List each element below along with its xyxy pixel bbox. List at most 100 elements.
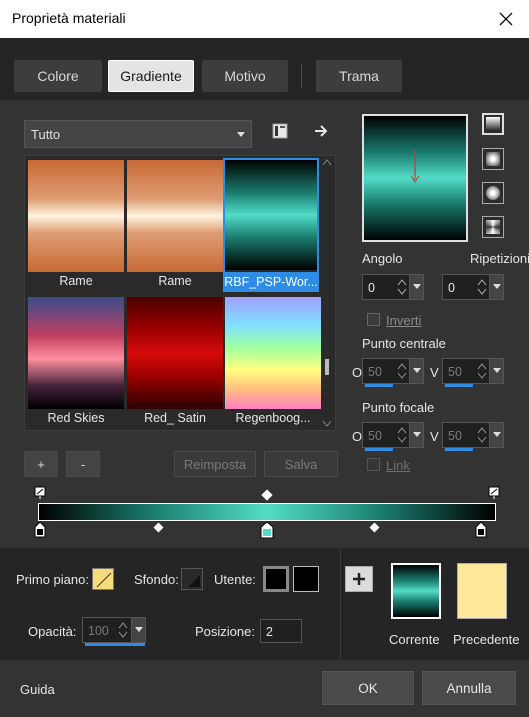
user-label: Utente: (214, 572, 256, 587)
foreground-color-button[interactable] (92, 568, 114, 590)
spin-arrows-icon[interactable] (117, 620, 129, 640)
opacity-spinner[interactable]: 100 (82, 617, 146, 646)
spin-arrows-icon[interactable] (396, 277, 408, 297)
opacity-stop-right[interactable] (488, 486, 500, 500)
save-button[interactable]: Salva (264, 451, 338, 477)
gradient-item[interactable]: Red_ Satin (127, 297, 223, 430)
add-to-swatches-button[interactable] (345, 566, 373, 592)
opacity-slider[interactable] (85, 643, 145, 646)
previous-label: Precedente (453, 632, 520, 647)
gradient-thumbnail (127, 160, 223, 272)
color-stop-icon (260, 521, 274, 539)
user-color-button-selected[interactable] (263, 566, 289, 592)
color-stop-left[interactable] (34, 521, 46, 538)
style-rectangular-button[interactable] (482, 148, 504, 170)
focal-h-slider[interactable] (365, 448, 393, 451)
window-title: Proprietà materiali (12, 10, 126, 26)
focal-v-slider[interactable] (445, 448, 473, 451)
spin-arrows-icon[interactable] (476, 425, 488, 445)
tab-motivo[interactable]: Motivo (202, 60, 288, 92)
save-preset-button[interactable] (271, 122, 291, 142)
gradient-bar[interactable] (38, 503, 496, 521)
tab-colore[interactable]: Colore (14, 60, 102, 92)
background-label: Sfondo: (134, 572, 179, 587)
color-stop-right[interactable] (475, 521, 487, 538)
gradient-item[interactable]: Regenboog... (225, 297, 321, 430)
close-button[interactable] (483, 0, 529, 38)
tab-bar: Colore Gradiente Motivo Trama (0, 38, 529, 100)
category-dropdown[interactable]: Tutto (24, 120, 252, 148)
gradient-item[interactable]: Rame (28, 160, 124, 294)
add-gradient-button[interactable]: + (24, 451, 58, 477)
spin-arrows-icon[interactable] (396, 425, 408, 445)
gradient-label: RBF_PSP-Wor... (223, 272, 319, 292)
gradient-thumbnail (28, 297, 124, 409)
focal-v-spinner[interactable]: 50 (442, 422, 504, 451)
center-v-label: V (430, 365, 439, 380)
center-v-dropdown[interactable] (489, 359, 503, 383)
background-color-button[interactable] (181, 568, 203, 590)
remove-gradient-button[interactable]: - (66, 451, 100, 477)
spin-arrows-icon[interactable] (396, 361, 408, 381)
angle-handle-icon (410, 150, 420, 183)
angle-spinner[interactable]: 0 (362, 274, 424, 300)
user-color-button[interactable] (293, 566, 319, 592)
help-link[interactable]: Guida (20, 682, 55, 697)
gradient-preview[interactable] (362, 114, 468, 242)
gradient-item[interactable]: Rame (127, 160, 223, 294)
focal-h-dropdown[interactable] (409, 423, 423, 447)
center-h-spinner[interactable]: 50 (362, 358, 424, 387)
tab-separator (301, 64, 302, 88)
opacity-dropdown[interactable] (131, 618, 145, 642)
gradient-list-scrollbar[interactable] (320, 157, 334, 429)
center-h-label: O (352, 365, 363, 380)
import-button[interactable] (312, 122, 332, 142)
previous-material-swatch[interactable] (457, 563, 507, 619)
repeats-dropdown[interactable] (489, 275, 503, 299)
style-radial-button[interactable] (482, 182, 504, 204)
radial-style-icon (486, 186, 500, 200)
center-v-spinner[interactable]: 50 (442, 358, 504, 387)
gradient-label: Red_ Satin (144, 411, 206, 425)
cancel-button[interactable]: Annulla (422, 671, 516, 705)
position-value: 2 (266, 625, 273, 639)
focal-h-spinner[interactable]: 50 (362, 422, 424, 451)
linear-style-icon (486, 117, 500, 131)
position-field[interactable]: 2 (260, 619, 302, 643)
reset-button[interactable]: Reimposta (174, 451, 256, 477)
save-preset-icon (272, 123, 288, 139)
gradient-list: Rame Rame RBF_PSP-Wor... Red Skies Red_ … (24, 155, 336, 431)
tab-trama[interactable]: Trama (316, 60, 402, 92)
center-v-slider[interactable] (445, 384, 473, 387)
focal-v-label: V (430, 429, 439, 444)
plus-icon (353, 573, 365, 585)
color-stop-selected[interactable] (260, 521, 274, 539)
divider (340, 548, 341, 660)
position-label: Posizione: (195, 624, 255, 639)
spin-arrows-icon[interactable] (476, 277, 488, 297)
center-h-dropdown[interactable] (409, 359, 423, 383)
link-checkbox[interactable] (367, 458, 380, 471)
foreground-swatch-icon (96, 572, 112, 588)
angle-dropdown[interactable] (409, 275, 423, 299)
style-sunburst-button[interactable] (482, 216, 504, 238)
style-linear-button[interactable] (482, 113, 504, 135)
opacity-value: 100 (88, 624, 109, 638)
gradient-thumbnail (28, 160, 124, 272)
opacity-stop-left[interactable] (34, 486, 46, 500)
focal-v-dropdown[interactable] (489, 423, 503, 447)
repeats-spinner[interactable]: 0 (442, 274, 504, 300)
invert-checkbox[interactable] (367, 313, 380, 326)
spin-arrows-icon[interactable] (476, 361, 488, 381)
gradient-thumbnail (127, 297, 223, 409)
focal-h-value: 50 (368, 429, 382, 443)
opacity-stop-icon (34, 486, 46, 499)
gradient-item[interactable]: RBF_PSP-Wor... (223, 158, 319, 292)
ok-button[interactable]: OK (322, 671, 414, 705)
center-v-value: 50 (448, 365, 462, 379)
tab-gradiente[interactable]: Gradiente (108, 60, 194, 92)
center-h-slider[interactable] (365, 384, 393, 387)
gradient-item[interactable]: Red Skies (28, 297, 124, 430)
current-material-swatch[interactable] (391, 563, 441, 619)
gradient-label: Rame (158, 274, 192, 288)
